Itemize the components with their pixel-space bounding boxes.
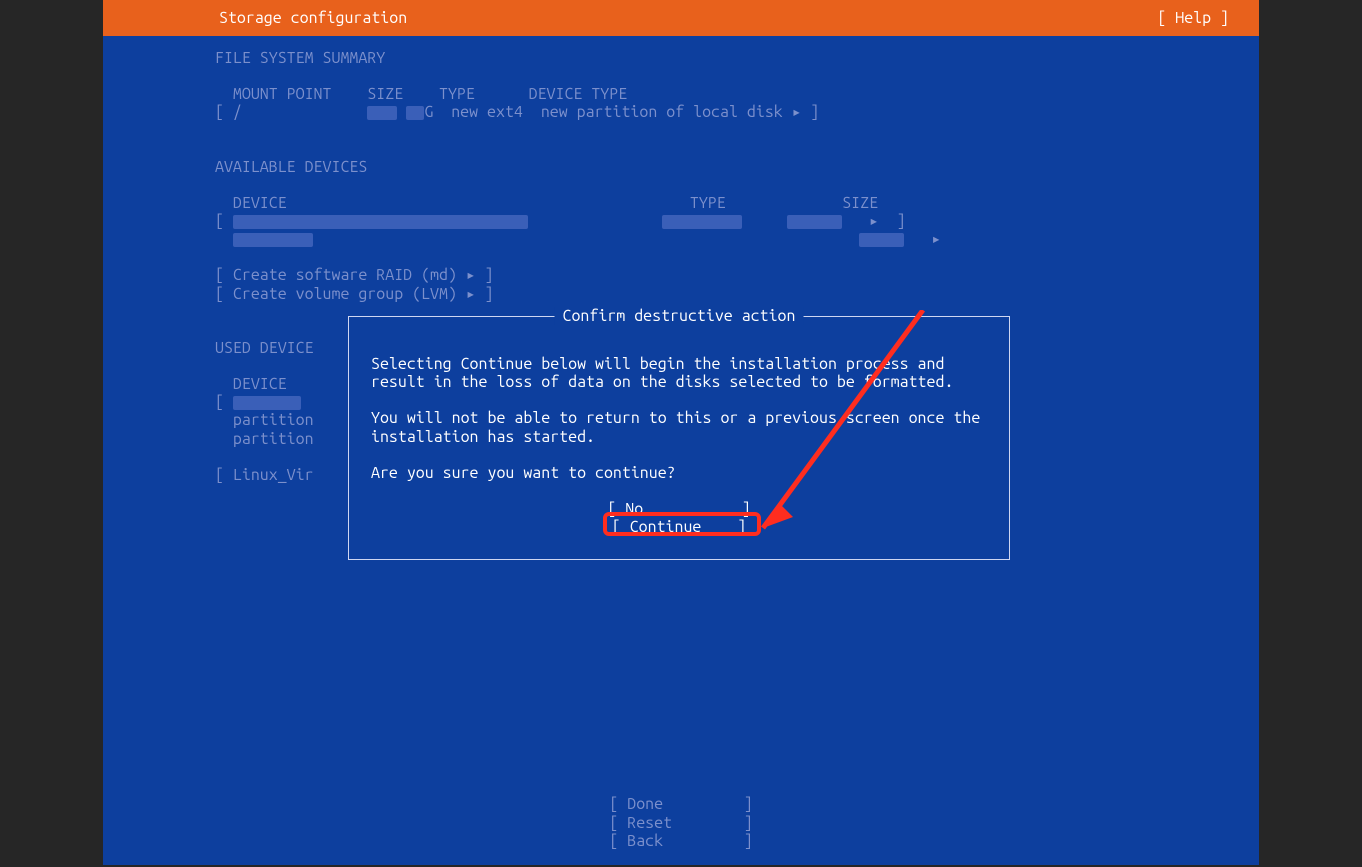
redacted-device <box>233 215 528 229</box>
avail-row-2[interactable]: ▸ <box>215 230 1259 248</box>
dialog-body: Selecting Continue below will begin the … <box>349 317 1009 536</box>
avail-row-1[interactable]: [ ▸ ] <box>215 212 1259 230</box>
installer-screen: Storage configuration [ Help ] FILE SYST… <box>103 0 1259 865</box>
redacted-device <box>233 233 313 247</box>
dialog-para-1: Selecting Continue below will begin the … <box>371 355 987 391</box>
header-bar: Storage configuration [ Help ] <box>103 0 1259 36</box>
fs-columns: MOUNT POINT SIZE TYPE DEVICE TYPE <box>215 85 1259 103</box>
confirm-destructive-dialog: Confirm destructive action Selecting Con… <box>348 316 1010 560</box>
page-title: Storage configuration <box>219 9 407 27</box>
redacted-size <box>367 106 397 120</box>
create-lvm-button[interactable]: [ Create volume group (LVM) ▸ ] <box>215 285 1259 303</box>
redacted-size <box>406 106 424 120</box>
continue-button[interactable]: [ Continue ] <box>612 518 746 536</box>
reset-button[interactable]: [ Reset ] <box>609 814 752 832</box>
redacted-size <box>859 233 904 247</box>
redacted-device <box>233 396 301 410</box>
done-button[interactable]: [ Done ] <box>609 795 752 813</box>
create-raid-button[interactable]: [ Create software RAID (md) ▸ ] <box>215 266 1259 284</box>
no-button[interactable]: [ No ] <box>607 500 750 518</box>
avail-columns: DEVICE TYPE SIZE <box>215 194 1259 212</box>
back-button[interactable]: [ Back ] <box>609 832 752 850</box>
fs-row[interactable]: [ / G new ext4 new partition of local di… <box>215 103 1259 121</box>
dialog-para-2: You will not be able to return to this o… <box>371 409 987 445</box>
chevron-right-icon: ▸ <box>792 103 802 121</box>
footer-buttons: [ Done ] [ Reset ] [ Back ] <box>609 795 752 850</box>
help-button[interactable]: [ Help ] <box>1157 9 1229 27</box>
dialog-para-3: Are you sure you want to continue? <box>371 464 987 482</box>
redacted-type <box>662 215 742 229</box>
chevron-right-icon: ▸ <box>931 230 941 248</box>
chevron-right-icon: ▸ <box>869 212 879 230</box>
section-file-system-summary: FILE SYSTEM SUMMARY <box>215 49 1259 67</box>
section-available-devices: AVAILABLE DEVICES <box>215 158 1259 176</box>
redacted-size <box>787 215 842 229</box>
dialog-buttons: [ No ] [ Continue ] <box>371 500 987 536</box>
dialog-title: Confirm destructive action <box>555 307 804 325</box>
